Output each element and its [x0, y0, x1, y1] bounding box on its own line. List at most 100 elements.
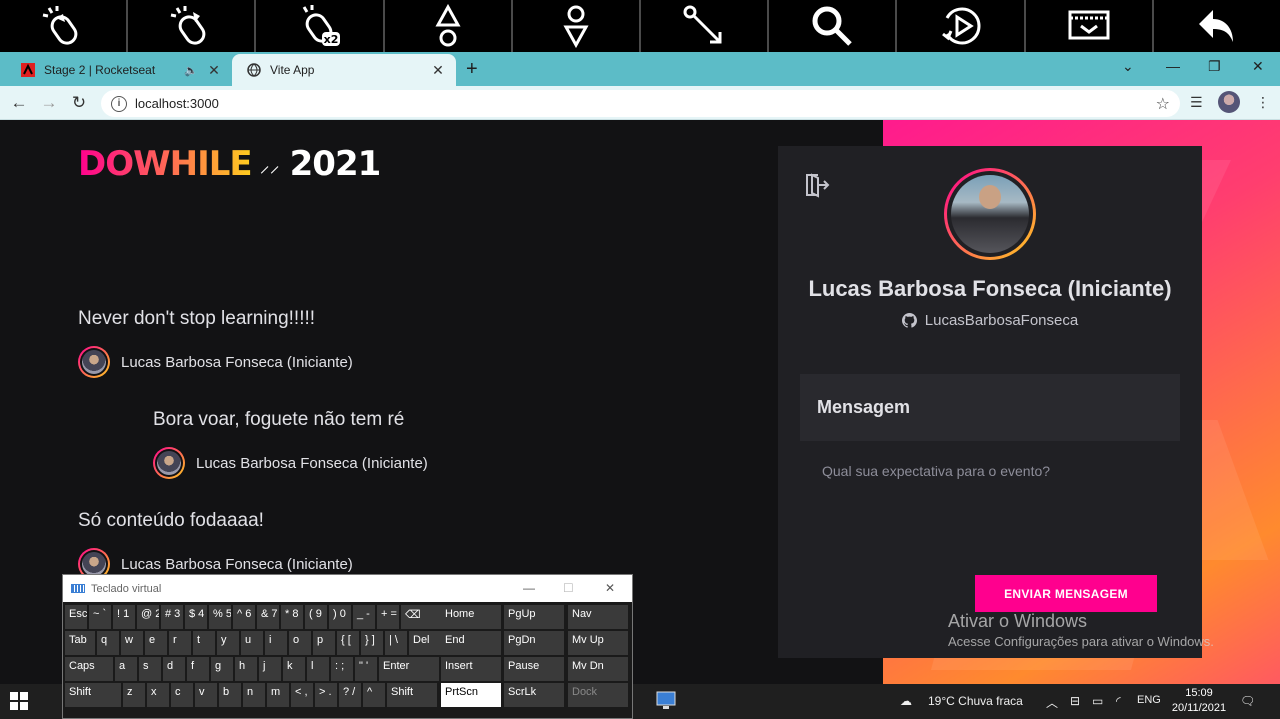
virtual-keyboard-titlebar[interactable]: Teclado virtual — ☐ ✕ — [63, 575, 632, 602]
reading-list-icon[interactable]: ☰ — [1190, 94, 1203, 111]
sign-out-icon[interactable] — [804, 172, 830, 203]
site-info-icon[interactable]: i — [111, 95, 127, 112]
key[interactable]: PgUp — [504, 605, 564, 629]
key[interactable]: { [ — [337, 631, 359, 655]
minimize-icon[interactable]: — — [523, 581, 535, 595]
key[interactable]: Del — [409, 631, 441, 655]
tab-search-icon[interactable]: ⌄ — [1122, 58, 1134, 75]
maximize-icon[interactable]: ☐ — [563, 581, 574, 595]
key[interactable]: c — [171, 683, 193, 707]
windows-start-icon[interactable] — [10, 692, 28, 713]
key[interactable]: k — [283, 657, 305, 681]
key[interactable]: Insert — [441, 657, 501, 681]
key[interactable]: Shift — [387, 683, 437, 707]
forward-nav-icon[interactable]: → — [38, 92, 60, 114]
key[interactable]: # 3 — [161, 605, 183, 629]
bookmark-star-icon[interactable]: ☆ — [1156, 94, 1170, 114]
keyboard-toggle-button[interactable] — [1023, 0, 1152, 52]
key[interactable]: Caps — [65, 657, 113, 681]
send-message-button[interactable]: ENVIAR MENSAGEM — [975, 575, 1157, 612]
zoom-button[interactable] — [767, 0, 895, 52]
key[interactable]: e — [145, 631, 167, 655]
key[interactable]: PrtScn — [441, 683, 501, 707]
key[interactable]: p — [313, 631, 335, 655]
key[interactable]: " ' — [355, 657, 377, 681]
key[interactable]: > . — [315, 683, 337, 707]
key[interactable]: r — [169, 631, 191, 655]
notifications-icon[interactable]: 🗨 — [1240, 694, 1255, 708]
play-button[interactable] — [895, 0, 1023, 52]
profile-avatar[interactable] — [1218, 91, 1240, 113]
key[interactable]: Tab — [65, 631, 95, 655]
back-nav-icon[interactable]: ← — [8, 92, 30, 114]
key[interactable]: n — [243, 683, 265, 707]
key[interactable]: End — [441, 631, 501, 655]
battery-icon[interactable]: ▭ — [1092, 694, 1103, 708]
key[interactable]: ^ 6 — [233, 605, 255, 629]
double-click-button[interactable]: x2 — [254, 0, 382, 52]
key[interactable]: $ 4 — [185, 605, 207, 629]
key[interactable]: Mv Dn — [568, 657, 628, 681]
back-button[interactable] — [1151, 0, 1280, 52]
key[interactable]: PgDn — [504, 631, 564, 655]
key[interactable]: b — [219, 683, 241, 707]
key[interactable]: a — [115, 657, 137, 681]
key[interactable]: & 7 — [257, 605, 279, 629]
key[interactable]: f — [187, 657, 209, 681]
scroll-down-button[interactable] — [510, 0, 639, 52]
wifi-icon[interactable]: ◜ — [1116, 694, 1121, 708]
language-indicator[interactable]: ENG — [1137, 694, 1161, 706]
new-tab-button[interactable]: + — [466, 58, 478, 81]
key[interactable]: s — [139, 657, 161, 681]
message-input[interactable] — [822, 463, 1162, 563]
key[interactable]: ! 1 — [113, 605, 135, 629]
key[interactable]: l — [307, 657, 329, 681]
scroll-up-button[interactable] — [382, 0, 511, 52]
key[interactable]: ? / — [339, 683, 361, 707]
key[interactable]: u — [241, 631, 263, 655]
close-icon[interactable]: ✕ — [605, 581, 615, 595]
key[interactable]: Mv Up — [568, 631, 628, 655]
restore-icon[interactable]: ❐ — [1208, 58, 1221, 75]
minimize-icon[interactable]: — — [1166, 58, 1180, 74]
key[interactable]: * 8 — [281, 605, 303, 629]
reload-icon[interactable]: ↻ — [68, 92, 90, 114]
left-click-button[interactable] — [0, 0, 126, 52]
key[interactable]: m — [267, 683, 289, 707]
key[interactable]: h — [235, 657, 257, 681]
key[interactable]: ( 9 — [305, 605, 327, 629]
key[interactable]: } ] — [361, 631, 383, 655]
key[interactable]: _ - — [353, 605, 375, 629]
key[interactable]: o — [289, 631, 311, 655]
drag-button[interactable] — [639, 0, 767, 52]
key[interactable]: < , — [291, 683, 313, 707]
close-tab-icon[interactable]: ✕ — [204, 62, 224, 79]
github-link[interactable]: LucasBarbosaFonseca — [778, 312, 1202, 329]
key[interactable]: ⌫ — [401, 605, 441, 629]
key[interactable]: ScrLk — [504, 683, 564, 707]
key[interactable]: + = — [377, 605, 399, 629]
key[interactable]: Shift — [65, 683, 121, 707]
close-window-icon[interactable]: ✕ — [1252, 58, 1264, 75]
key[interactable]: ^ — [363, 683, 385, 707]
key[interactable]: z — [123, 683, 145, 707]
key[interactable]: ~ ` — [89, 605, 111, 629]
tab-vite-app[interactable]: Vite App ✕ — [232, 54, 456, 86]
key[interactable]: % 5 — [209, 605, 231, 629]
key[interactable]: Enter — [379, 657, 439, 681]
chevron-up-icon[interactable]: ︿ — [1046, 694, 1058, 711]
key[interactable]: w — [121, 631, 143, 655]
key[interactable]: | \ — [385, 631, 407, 655]
url-field[interactable]: i localhost:3000 ☆ — [101, 90, 1180, 117]
close-tab-icon[interactable]: ✕ — [428, 62, 448, 79]
key[interactable]: g — [211, 657, 233, 681]
key[interactable]: t — [193, 631, 215, 655]
right-click-button[interactable] — [126, 0, 254, 52]
key[interactable]: : ; — [331, 657, 353, 681]
remote-desktop-icon[interactable] — [655, 689, 677, 714]
key[interactable]: v — [195, 683, 217, 707]
key[interactable]: Nav — [568, 605, 628, 629]
key[interactable]: Pause — [504, 657, 564, 681]
key[interactable]: x — [147, 683, 169, 707]
key[interactable]: ) 0 — [329, 605, 351, 629]
